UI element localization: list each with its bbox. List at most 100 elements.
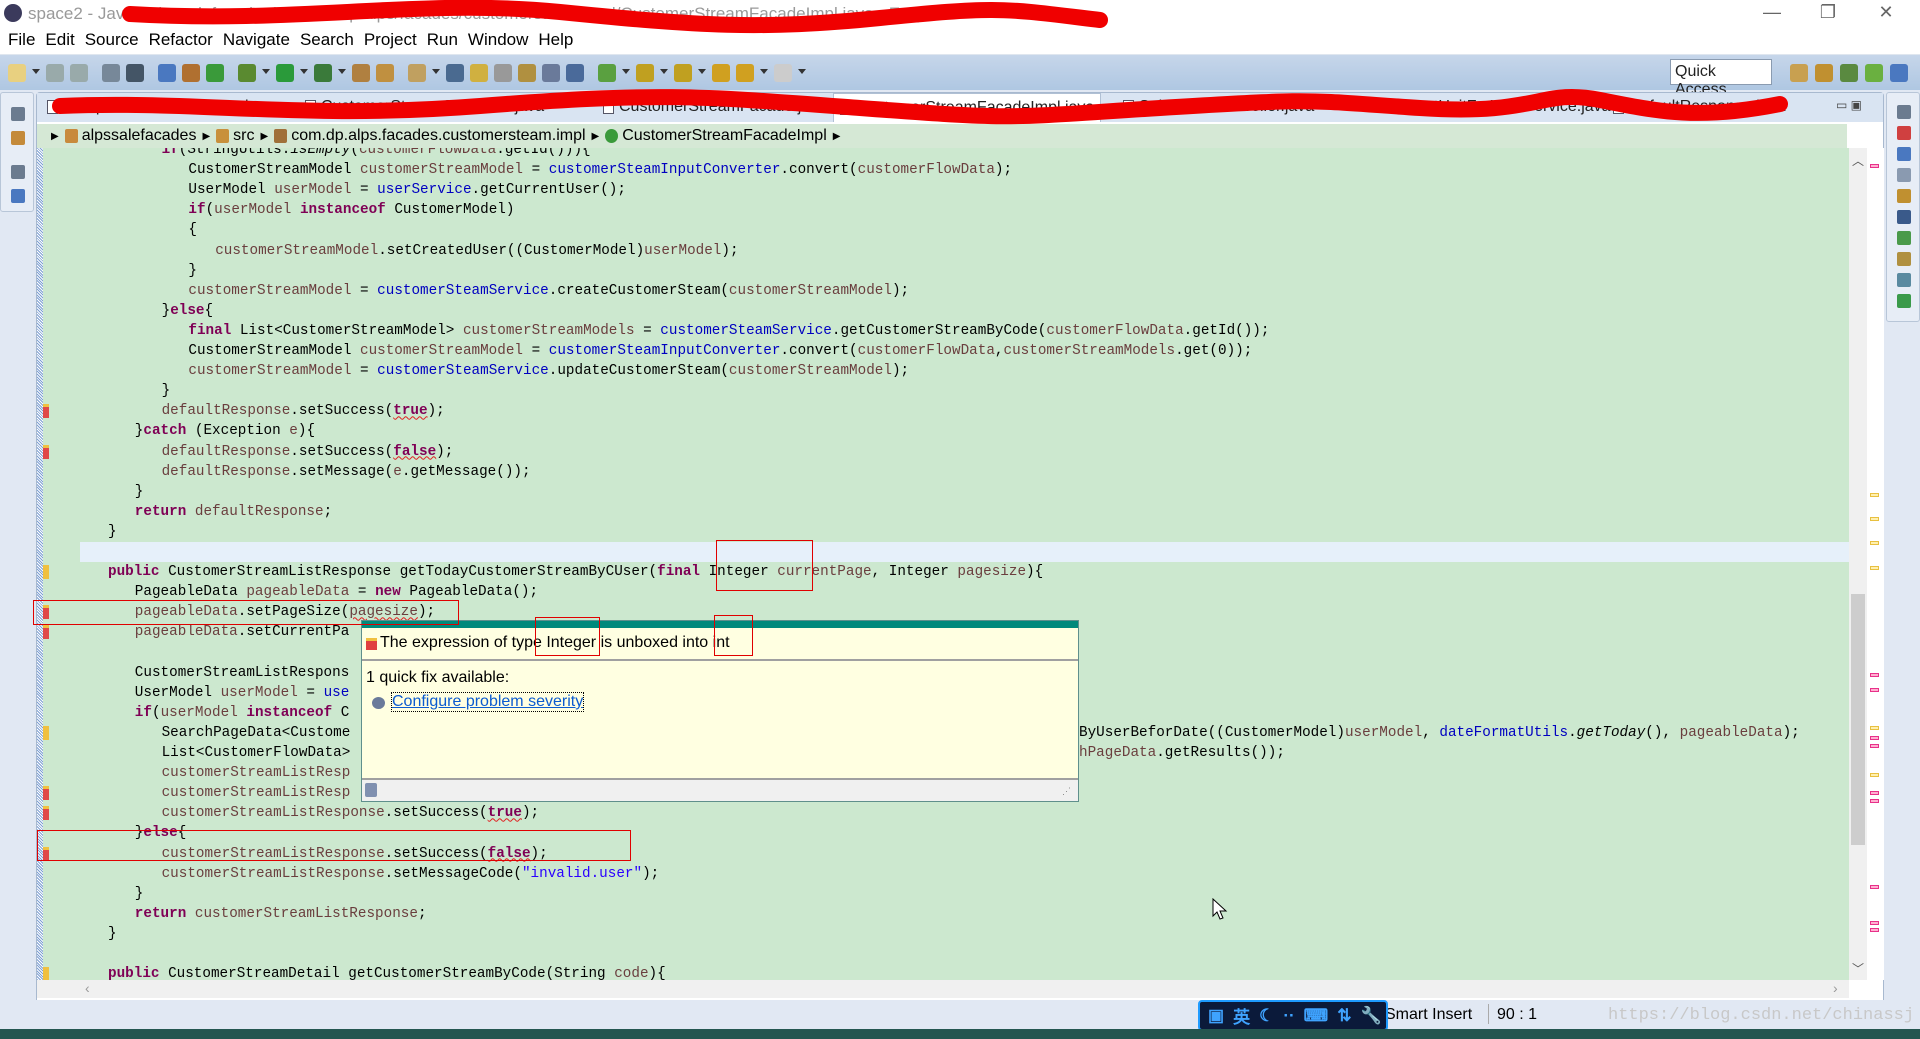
variable: customerStreamModels	[1003, 343, 1176, 359]
keyboard-icon[interactable]: ⌨	[1304, 1006, 1329, 1026]
code-token: ){	[1026, 564, 1044, 581]
code-token: .setPageSize(	[237, 604, 350, 621]
code-line: return customerStreamListResponse;	[80, 904, 1849, 924]
variable: userModel	[220, 684, 298, 701]
scroll-right-icon[interactable]: ›	[1833, 980, 1838, 996]
code-token: );	[436, 443, 454, 460]
code-line: return defaultResponse;	[80, 502, 1849, 522]
code-token: =	[351, 182, 378, 199]
variable: code	[614, 966, 649, 980]
error-overview-marker[interactable]	[1870, 791, 1879, 795]
scroll-up-icon[interactable]: ︿	[1852, 152, 1864, 169]
overview-ruler[interactable]	[1867, 148, 1884, 980]
keyword: new	[375, 584, 401, 601]
error-overview-marker[interactable]	[1870, 799, 1879, 803]
code-token: );	[521, 805, 540, 822]
split-icon[interactable]: ⇅	[1337, 1006, 1351, 1026]
warning-overview-marker[interactable]	[1870, 566, 1879, 570]
keyword: return	[134, 905, 187, 922]
variable: userModel	[214, 202, 292, 219]
progress-icon[interactable]	[1897, 252, 1911, 266]
code-line: defaultResponse.setSuccess(true);	[80, 401, 1849, 421]
error-overview-marker[interactable]	[1870, 164, 1879, 168]
code-token: =	[634, 322, 661, 339]
configure-annotations-icon[interactable]	[365, 783, 377, 797]
code-token: =	[351, 363, 378, 380]
punctuation-icon[interactable]: ··	[1283, 1006, 1294, 1026]
warning-overview-marker[interactable]	[1870, 726, 1879, 730]
variable: customerStreamListResponse	[194, 905, 418, 922]
restore-icon[interactable]	[11, 165, 25, 179]
code-token: CustomerStreamModel	[188, 162, 360, 179]
declaration-icon[interactable]	[1897, 168, 1911, 182]
code-token: );	[530, 845, 548, 862]
status-divider	[1488, 1004, 1489, 1024]
variable: customerStreamListResponse	[161, 805, 385, 822]
change-ruler	[37, 148, 43, 980]
servers-icon[interactable]	[1897, 231, 1911, 245]
vertical-scrollbar[interactable]: ︿ ﹀	[1849, 148, 1867, 980]
keyword: instanceof	[299, 202, 386, 219]
code-token: .getResults());	[1156, 745, 1285, 761]
javadoc-icon[interactable]	[1897, 147, 1911, 161]
variable: pageableData	[134, 624, 238, 641]
outline-icon[interactable]	[11, 189, 25, 203]
ime-language[interactable]: 英	[1233, 1003, 1250, 1028]
line-number: 77	[37, 281, 80, 301]
horizontal-scrollbar[interactable]: ‹ ›	[37, 980, 1849, 998]
line-number: 73	[37, 200, 80, 220]
error-overview-marker[interactable]	[1870, 921, 1879, 925]
code-token: CustomerStreamModel	[188, 343, 360, 359]
code-token: }	[108, 925, 117, 942]
git-icon[interactable]	[1897, 273, 1911, 287]
search-view-icon[interactable]	[1897, 189, 1911, 203]
keyword: final	[657, 564, 701, 581]
scroll-down-icon[interactable]: ﹀	[1852, 960, 1864, 977]
variable: pageableData	[134, 604, 238, 621]
code-token: .setSuccess(	[290, 403, 394, 420]
console-icon[interactable]	[1897, 210, 1911, 224]
keyword: instanceof	[246, 704, 333, 721]
code-token: =	[349, 584, 376, 601]
taskbar	[0, 1029, 1920, 1039]
variable: userModel	[274, 182, 352, 199]
warning-overview-marker[interactable]	[1870, 517, 1879, 521]
wrench-icon[interactable]: 🔧	[1360, 1006, 1381, 1026]
variable: customerStreamModel	[215, 242, 379, 259]
code-line: }	[80, 381, 1849, 401]
code-token: .convert(	[780, 162, 858, 179]
line-number: 110	[37, 944, 80, 964]
code-token: =	[523, 162, 549, 179]
code-editor[interactable]: if(StringUtils.isEmpty(customerFlowData.…	[80, 148, 1849, 980]
code-token: .setMessage(	[290, 463, 394, 480]
ime-logo-icon[interactable]: ▣	[1208, 1006, 1224, 1026]
warning-overview-marker[interactable]	[1870, 493, 1879, 497]
error-overview-marker[interactable]	[1870, 688, 1879, 692]
code-line: {	[80, 220, 1849, 240]
error-overview-marker[interactable]	[1870, 744, 1879, 748]
variable: customerStreamModel	[188, 363, 352, 380]
error-icon	[366, 638, 377, 650]
code-token: (StringUtils.	[178, 148, 291, 158]
error-overview-marker[interactable]	[1870, 885, 1879, 889]
code-token: );	[891, 363, 910, 380]
hover-title-bar	[362, 621, 1078, 628]
code-token: UserModel	[134, 684, 221, 701]
error-overview-marker[interactable]	[1870, 673, 1879, 677]
ime-toolbar[interactable]: ▣ 英 ☾ ·· ⌨ ⇅ 🔧	[1198, 1000, 1388, 1031]
moon-icon[interactable]: ☾	[1259, 1006, 1274, 1026]
junit-icon[interactable]	[1897, 294, 1911, 308]
code-line: customerStreamListResponse.setSuccess(fa…	[80, 844, 1849, 864]
error-overview-marker[interactable]	[1870, 736, 1879, 740]
error-overview-marker[interactable]	[1870, 928, 1879, 932]
scrollbar-thumb[interactable]	[1851, 594, 1865, 845]
configure-problem-severity-link[interactable]: Configure problem severity	[390, 692, 585, 712]
scroll-left-icon[interactable]: ‹	[85, 980, 90, 996]
warning-overview-marker[interactable]	[1870, 541, 1879, 545]
variable: defaultResponse	[161, 403, 291, 420]
field: customerSteamInputConverter	[548, 343, 781, 359]
warning-overview-marker[interactable]	[1870, 773, 1879, 777]
code-token: SearchPageData<Custome	[161, 724, 351, 741]
resize-grip-icon[interactable]: ⋰	[1062, 786, 1071, 797]
code-line: customerStreamModel.setCreatedUser((Cust…	[80, 241, 1849, 261]
